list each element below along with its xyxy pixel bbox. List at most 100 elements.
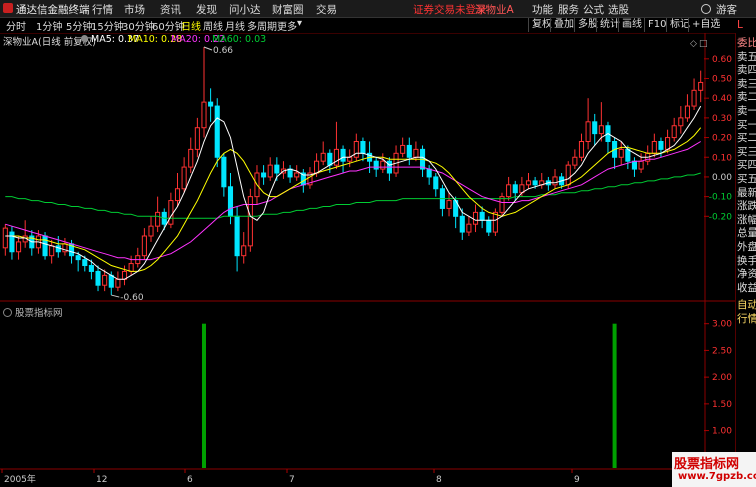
date-tick-label: 8 [436, 475, 442, 485]
side-quote-label-5: 卖一 [737, 105, 756, 117]
quote-side-panel: 委比 卖五 卖四 卖三 卖二 卖一 买一 买二 买三 买四 买五 最新 涨跌 涨幅 总量 外盘 换手 净资 收益 自动… [735, 19, 756, 487]
side-panel-header-icon[interactable]: L [737, 19, 756, 32]
candle-body-up [267, 164, 273, 178]
app-logo-icon [3, 3, 13, 13]
candle-body-up [102, 274, 108, 286]
side-quote-label-19[interactable]: 自动 [737, 299, 756, 312]
period-dropdown-icon[interactable]: ▾ [297, 18, 302, 29]
period-tab-4[interactable]: 30分钟 [122, 18, 155, 33]
side-quote-label-9: 买四 [737, 159, 756, 172]
indicator-tick-label: 1.00 [712, 427, 732, 437]
candle-body-down [82, 259, 88, 267]
ma60-value: MA60: 0.03 [212, 34, 267, 45]
period-toolbar: 分时 1分钟 5分钟 15分钟 30分钟 60分钟 日线 周线 月线 多周期 更多 复权 叠加 多股 统计画… [0, 18, 756, 34]
period-tab-3[interactable]: 15分钟 [91, 18, 124, 33]
user-icon[interactable] [701, 4, 711, 14]
toolbar-button-1[interactable]: 叠加 [550, 18, 577, 32]
candle-body-up [380, 160, 386, 170]
period-tab-9[interactable]: 多周期 [247, 18, 277, 33]
date-tick-label: 7 [289, 475, 295, 485]
menu-item-4[interactable]: 问小达 [229, 2, 261, 17]
menu-item-1[interactable]: 市场 [124, 2, 145, 17]
toolbar-button-4[interactable]: 画线 [618, 18, 645, 32]
candle-body-down [512, 184, 518, 194]
watermark-title: 股票指标网 [674, 457, 740, 472]
stock-chart[interactable]: 0.60 0.50 0.40 0.30 0.20 0.10 0.00 -0.10 -0.20 3.… [0, 33, 735, 487]
candle-body-down [433, 176, 439, 190]
period-tab-1[interactable]: 1分钟 [36, 18, 62, 33]
top-right-item-3[interactable]: 选股 [608, 2, 629, 17]
candle-body-up [698, 81, 704, 91]
indicator-tick-label: 1.50 [712, 400, 732, 410]
period-tab-5[interactable]: 60分钟 [152, 18, 185, 33]
candle-body-down [208, 101, 214, 107]
current-stock-name: 深物业A [475, 4, 514, 16]
side-quote-label-6: 买一 [737, 118, 756, 131]
candle-body-down [340, 148, 346, 162]
candle-body-down [625, 148, 631, 162]
top-right-item-4[interactable]: 游客 [716, 2, 737, 17]
date-tick-label: 2005年 [4, 473, 36, 485]
period-tab-7[interactable]: 周线 [203, 18, 223, 33]
ma20-line [5, 141, 701, 261]
period-tab-2[interactable]: 5分钟 [66, 18, 92, 33]
candle-body-down [95, 270, 101, 286]
candle-body-up [148, 225, 154, 237]
candle-body-up [188, 148, 194, 168]
candle-body-up [671, 125, 677, 139]
side-quote-label-18: 收益 [737, 281, 756, 294]
side-quote-label-11: 最新 [737, 186, 756, 199]
side-quote-label-15: 外盘 [737, 241, 756, 253]
candle-body-up [181, 166, 187, 190]
price-tick-label: 0.30 [712, 114, 732, 124]
side-quote-label-2: 卖四 [737, 64, 756, 77]
indicator-gear-icon[interactable] [3, 308, 12, 317]
candle-body-down [214, 105, 220, 158]
candle-body-up [128, 263, 134, 272]
toolbar-button-7[interactable]: +自选 [688, 18, 723, 32]
high-marker-line [203, 46, 213, 51]
side-quote-label-7: 买二 [737, 132, 756, 145]
menu-item-3[interactable]: 发现 [196, 2, 217, 17]
period-tab-6[interactable]: 日线 [181, 18, 201, 33]
period-tab-8[interactable]: 月线 [225, 18, 245, 33]
candle-body-up [552, 176, 558, 186]
candle-body-down [42, 235, 48, 257]
date-tick-label: 9 [574, 475, 580, 485]
menu-item-0[interactable]: 行情 [92, 2, 113, 17]
top-right-item-2[interactable]: 公式 [583, 2, 604, 17]
ma-toggle-icon[interactable] [81, 35, 88, 42]
candle-body-down [108, 274, 114, 288]
candle-body-down [234, 215, 240, 257]
candle-body-up [333, 148, 339, 166]
indicator-tick-label: 3.00 [712, 320, 732, 330]
high-price-label: 0.66 [213, 46, 233, 56]
price-tick-label: 0.00 [712, 173, 732, 183]
candle-body-down [479, 211, 485, 221]
period-tab-0[interactable]: 分时 [6, 18, 26, 33]
menu-item-2[interactable]: 资讯 [160, 2, 181, 17]
candle-body-down [532, 180, 538, 186]
side-quote-label-17: 净资 [737, 268, 756, 281]
indicator-name: 股票指标网 [15, 308, 63, 319]
period-tab-10[interactable]: 更多 [277, 18, 297, 33]
menu-item-5[interactable]: 财富圈 [272, 2, 304, 17]
candle-body-up [413, 148, 419, 158]
candle-body-up [618, 148, 624, 158]
price-tick-label: 0.20 [712, 134, 732, 144]
candle-body-up [678, 117, 684, 127]
price-tick-label: -0.20 [709, 212, 733, 222]
side-quote-label-8: 买三 [737, 145, 756, 158]
candle-body-down [227, 186, 234, 217]
top-right-item-1[interactable]: 服务 [558, 2, 579, 17]
menu-item-6[interactable]: 交易 [316, 2, 337, 17]
indicator-title: 股票指标网 [3, 305, 63, 319]
side-quote-label-16: 换手 [737, 254, 756, 267]
side-quote-label-20[interactable]: 行情 [737, 313, 756, 326]
price-tick-label: 0.50 [712, 75, 732, 85]
candle-body-down [261, 172, 267, 178]
top-right-item-0[interactable]: 功能 [532, 2, 553, 17]
top-menu-bar: 通达信金融终端 证券交易未登录 深物业A 行情 市场 资讯 发现 问小达 财富圈 交易 功能服… [0, 0, 756, 18]
candle-body-down [55, 245, 61, 253]
candle-body-up [638, 160, 644, 170]
